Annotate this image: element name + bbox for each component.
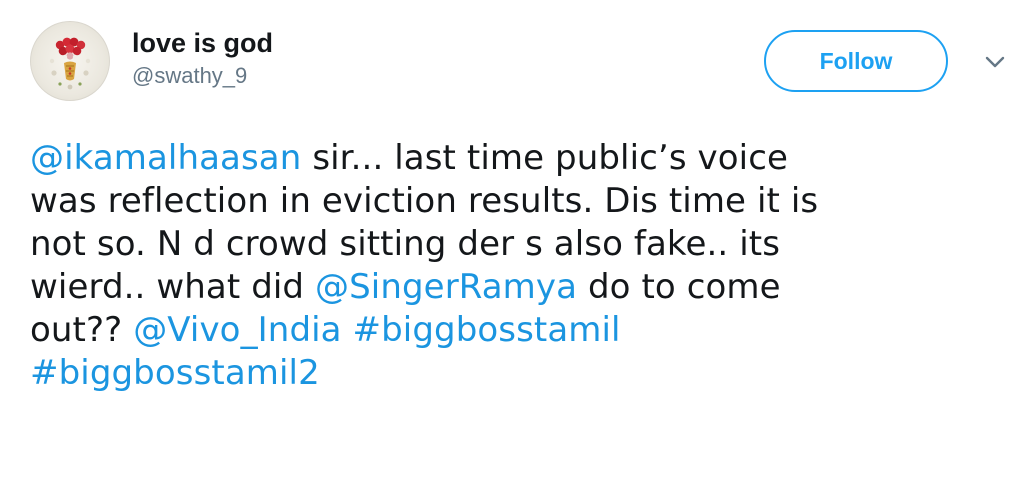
tweet-text-segment: wierd.. what did	[30, 267, 316, 307]
follow-button[interactable]: Follow	[764, 30, 948, 92]
tweet-text-segment: not so. N d crowd sitting der s also fak…	[30, 224, 781, 264]
hashtag-link[interactable]: #biggbosstamil2	[30, 353, 320, 393]
mention-link[interactable]: @SingerRamya	[315, 267, 577, 307]
tweet-text-segment: sir... last time public’s voice	[301, 138, 789, 178]
tweet-text-segment	[342, 310, 353, 350]
mention-link[interactable]: @Vivo_India	[133, 310, 341, 350]
user-info: love is god @swathy_9	[132, 26, 273, 90]
flower-art-icon	[49, 37, 91, 90]
tweet-text: @ikamalhaasan sir... last time public’s …	[30, 137, 1005, 395]
mention-link[interactable]: @ikamalhaasan	[30, 138, 301, 178]
tweet-text-segment: out??	[30, 310, 134, 350]
tweet-line: @ikamalhaasan sir... last time public’s …	[30, 137, 1005, 180]
tweet-line: #biggbosstamil2	[30, 352, 1005, 395]
tweet-line: out?? @Vivo_India #biggbosstamil	[30, 309, 1005, 352]
tweet-line: wierd.. what did @SingerRamya do to come	[30, 266, 1005, 309]
display-name[interactable]: love is god	[132, 26, 273, 60]
tweet-text-segment: do to come	[577, 267, 781, 307]
tweet-line: not so. N d crowd sitting der s also fak…	[30, 223, 1005, 266]
tweet-card: love is god @swathy_9 Follow @ikamalhaas…	[0, 0, 1028, 486]
user-handle[interactable]: @swathy_9	[132, 62, 273, 90]
tweet-line: was reflection in eviction results. Dis …	[30, 180, 1005, 223]
chevron-down-icon[interactable]	[984, 54, 1006, 70]
avatar[interactable]	[30, 21, 110, 101]
tweet-text-segment: was reflection in eviction results. Dis …	[30, 181, 819, 221]
hashtag-link[interactable]: #biggbosstamil	[353, 310, 621, 350]
